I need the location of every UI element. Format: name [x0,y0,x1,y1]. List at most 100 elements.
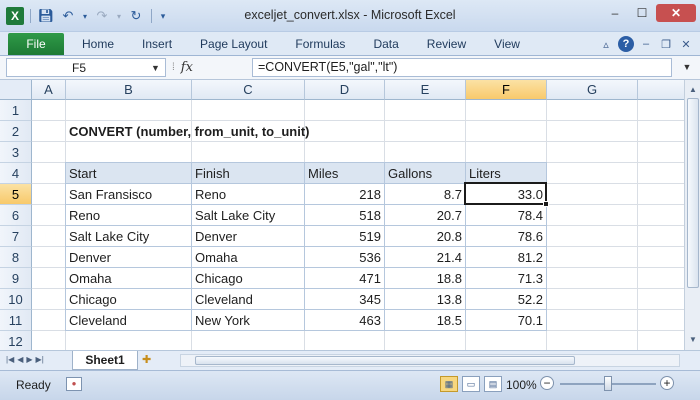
row-header-9[interactable]: 9 [0,268,32,289]
table-header-cell[interactable]: Start [66,163,191,183]
zoom-level[interactable]: 100% [506,378,537,392]
horizontal-scrollbar[interactable] [180,354,680,367]
zoom-slider-thumb[interactable] [604,376,612,391]
sheet-tab-sheet1[interactable]: Sheet1 [72,351,138,370]
workbook-minimize-icon[interactable]: – [638,36,654,52]
tab-data[interactable]: Data [359,37,412,51]
table-cell[interactable]: 71.3 [466,268,546,289]
table-cell[interactable]: Salt Lake City [66,226,191,247]
table-cell[interactable]: 78.4 [466,205,546,226]
first-sheet-icon[interactable]: |◀ [6,355,14,364]
table-header-cell[interactable]: Miles [305,163,384,183]
next-sheet-icon[interactable]: ▶ [26,355,32,364]
row-header-4[interactable]: 4 [0,163,32,184]
row-header-3[interactable]: 3 [0,142,32,163]
table-cell[interactable]: 20.7 [385,205,465,226]
table-cell[interactable]: 78.6 [466,226,546,247]
column-header-e[interactable]: E [385,80,466,100]
maximize-icon[interactable]: ☐ [629,4,655,22]
row-header-11[interactable]: 11 [0,310,32,331]
minimize-icon[interactable]: – [602,4,628,22]
page-layout-view-icon[interactable]: ▭ [462,376,480,392]
table-cell[interactable]: 463 [305,310,384,331]
table-cell[interactable]: 8.7 [385,184,465,205]
tab-insert[interactable]: Insert [128,37,186,51]
table-header-cell[interactable]: Gallons [385,163,465,183]
table-cell[interactable]: 13.8 [385,289,465,310]
column-header-a[interactable]: A [32,80,66,100]
table-cell[interactable]: 81.2 [466,247,546,268]
tab-page-layout[interactable]: Page Layout [186,37,281,51]
table-cell[interactable]: 18.5 [385,310,465,331]
collapse-ribbon-icon[interactable]: ▵ [598,36,614,52]
zoom-out-icon[interactable]: − [540,376,554,390]
zoom-in-icon[interactable]: + [660,376,674,390]
vertical-scroll-thumb[interactable] [687,98,699,288]
column-header-d[interactable]: D [305,80,385,100]
table-cell[interactable]: Denver [66,247,191,268]
table-cell[interactable]: San Fransisco [66,184,191,205]
worksheet-grid[interactable]: ABCDEFG 1 2 3 4 5 6 7 8 9 10 11 12 CONVERT (number,… [0,80,684,350]
last-sheet-icon[interactable]: ▶| [36,355,44,364]
table-cell[interactable]: Omaha [66,268,191,289]
table-cell[interactable]: Salt Lake City [192,205,304,226]
scroll-up-icon[interactable]: ▲ [687,82,699,96]
table-cell[interactable]: 70.1 [466,310,546,331]
table-cell[interactable]: Reno [66,205,191,226]
table-cell[interactable]: 20.8 [385,226,465,247]
row-header-2[interactable]: 2 [0,121,32,142]
formula-input[interactable]: =CONVERT(E5,"gal","lt") [252,58,672,77]
table-cell[interactable]: Cleveland [192,289,304,310]
table-cell[interactable]: 519 [305,226,384,247]
column-header-g[interactable]: G [547,80,638,100]
select-all-corner[interactable] [0,80,32,100]
table-cell[interactable]: Cleveland [66,310,191,331]
table-cell[interactable]: Omaha [192,247,304,268]
table-header-cell[interactable]: Finish [192,163,304,183]
table-cell[interactable]: 18.8 [385,268,465,289]
workbook-close-icon[interactable]: ✕ [678,36,694,52]
table-cell[interactable]: Chicago [66,289,191,310]
column-header-b[interactable]: B [66,80,192,100]
column-header-f[interactable]: F [466,80,547,100]
close-icon[interactable]: ✕ [656,4,696,22]
row-header-8[interactable]: 8 [0,247,32,268]
name-box-dropdown-icon[interactable]: ▼ [151,63,165,73]
normal-view-icon[interactable]: ▦ [440,376,458,392]
table-cell[interactable]: Reno [192,184,304,205]
insert-sheet-icon[interactable]: ✚ [142,353,158,367]
row-header-10[interactable]: 10 [0,289,32,310]
table-cell[interactable]: New York [192,310,304,331]
name-box[interactable]: F5 ▼ [6,58,166,77]
page-break-view-icon[interactable]: ▤ [484,376,502,392]
table-header-cell[interactable]: Liters [466,163,546,183]
prev-sheet-icon[interactable]: ◀ [17,355,23,364]
sheet-title[interactable]: CONVERT (number, from_unit, to_unit) [66,121,313,142]
expand-formula-bar-icon[interactable]: ▼ [680,60,694,74]
tab-formulas[interactable]: Formulas [281,37,359,51]
row-header-6[interactable]: 6 [0,205,32,226]
column-header-c[interactable]: C [192,80,305,100]
tab-home[interactable]: Home [68,37,128,51]
row-header-7[interactable]: 7 [0,226,32,247]
fill-handle[interactable] [543,201,549,207]
table-cell[interactable]: 52.2 [466,289,546,310]
table-cell[interactable]: Chicago [192,268,304,289]
macro-record-icon[interactable]: ● [66,377,82,391]
table-cell[interactable]: 345 [305,289,384,310]
workbook-restore-icon[interactable]: ❐ [658,36,674,52]
table-cell[interactable]: 21.4 [385,247,465,268]
table-cell[interactable]: 471 [305,268,384,289]
row-header-12[interactable]: 12 [0,331,32,350]
table-cell[interactable]: 518 [305,205,384,226]
horizontal-scroll-thumb[interactable] [195,356,575,365]
insert-function-icon[interactable]: fx [181,60,193,75]
table-cell[interactable]: 218 [305,184,384,205]
file-tab[interactable]: File [8,33,64,55]
table-cell[interactable]: Denver [192,226,304,247]
tab-review[interactable]: Review [413,37,480,51]
vertical-scrollbar[interactable]: ▲ ▼ [684,80,700,350]
row-header-5[interactable]: 5 [0,184,32,205]
row-header-1[interactable]: 1 [0,100,32,121]
scroll-down-icon[interactable]: ▼ [687,332,699,346]
